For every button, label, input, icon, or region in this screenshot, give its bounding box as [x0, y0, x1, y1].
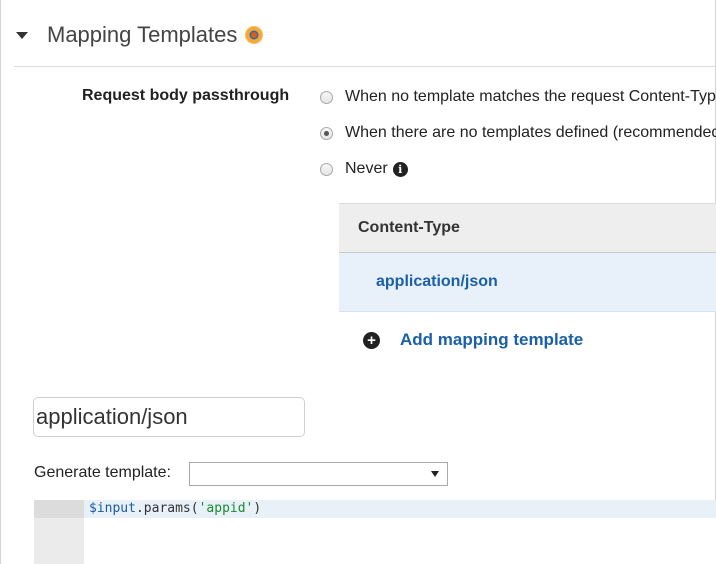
radio-no-templates[interactable] — [320, 126, 333, 140]
mapping-templates-panel: Mapping Templates Request body passthrou… — [0, 0, 716, 564]
generate-template-select[interactable] — [189, 462, 448, 486]
content-type-header: Content-Type — [339, 203, 716, 253]
status-indicator-icon — [245, 26, 264, 44]
content-type-row[interactable]: application/json — [339, 253, 716, 312]
radio-never[interactable] — [320, 162, 333, 176]
radio-no-match[interactable] — [320, 90, 333, 104]
info-icon[interactable]: i — [392, 161, 408, 177]
code-token-string: 'appid' — [198, 501, 254, 516]
editor-gutter-active-line — [34, 500, 84, 518]
radio-label-no-match: When no template matches the request Con… — [345, 88, 716, 105]
passthrough-label: Request body passthrough — [82, 87, 290, 104]
content-type-input[interactable] — [33, 397, 305, 437]
generate-template-label: Generate template: — [34, 464, 171, 481]
content-type-table: Content-Type application/json — [339, 203, 716, 312]
code-line[interactable]: $input.params('appid') — [89, 501, 261, 516]
passthrough-option-never[interactable]: Never i — [320, 160, 408, 178]
plus-circle-icon: + — [363, 331, 380, 349]
passthrough-option-no-match[interactable]: When no template matches the request Con… — [320, 88, 716, 106]
section-title: Mapping Templates — [47, 22, 238, 47]
code-token-close: ) — [253, 501, 262, 516]
caret-down-icon[interactable] — [16, 31, 28, 39]
passthrough-option-no-templates[interactable]: When there are no templates defined (rec… — [320, 124, 716, 142]
section-header-mapping-templates[interactable]: Mapping Templates — [14, 18, 264, 52]
add-mapping-template-label: Add mapping template — [400, 330, 584, 349]
template-code-editor[interactable]: 1 $input.params('appid') — [34, 500, 716, 564]
add-mapping-template-button[interactable]: + Add mapping template — [363, 330, 583, 350]
radio-label-no-templates: When there are no templates defined (rec… — [345, 124, 716, 141]
panel-left-border — [0, 0, 1, 564]
dropdown-arrow-icon — [431, 471, 439, 477]
radio-label-never: Never — [345, 160, 388, 177]
code-token-method: .params( — [135, 501, 199, 516]
code-token-variable: $input — [89, 501, 136, 516]
section-divider — [14, 66, 715, 67]
